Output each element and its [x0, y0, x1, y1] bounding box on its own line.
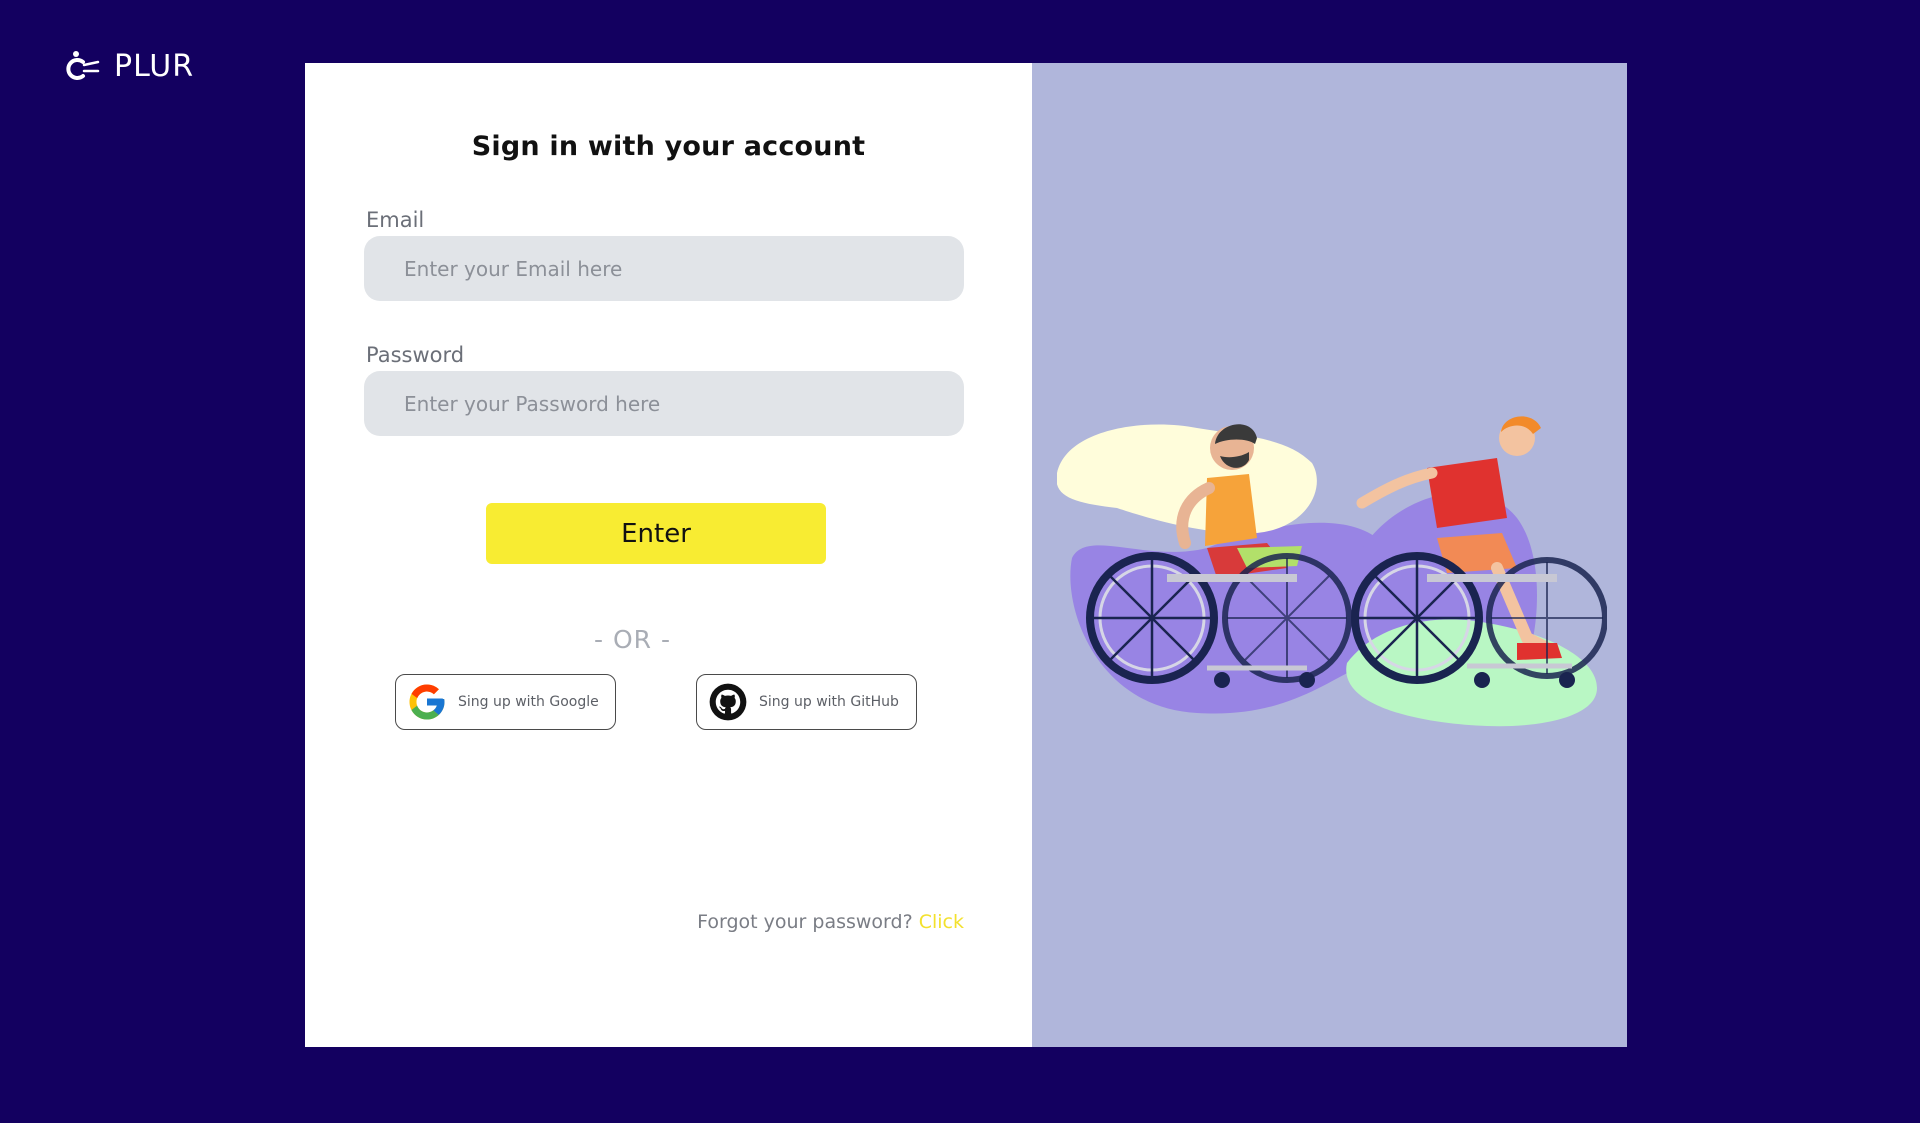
wheelchair-racers-illustration [1057, 416, 1607, 727]
forgot-password-link[interactable]: Click [919, 911, 964, 933]
github-signup-button[interactable]: Sing up with GitHub [696, 674, 917, 730]
github-signup-label: Sing up with GitHub [759, 694, 899, 710]
google-signup-label: Sing up with Google [458, 694, 599, 710]
sign-in-card: Sign in with your account Email Password… [305, 63, 1627, 1047]
sign-in-page: PLUR Sign in with your account Email Pas… [0, 0, 1920, 1123]
google-icon [409, 684, 445, 720]
password-label: Password [366, 343, 465, 367]
plur-logo-icon [66, 51, 100, 80]
email-field[interactable] [364, 236, 964, 301]
form-title: Sign in with your account [471, 131, 866, 162]
google-signup-button[interactable]: Sing up with Google [395, 674, 616, 730]
enter-button[interactable]: Enter [486, 503, 826, 564]
brand-logo[interactable]: PLUR [66, 48, 194, 84]
email-label: Email [366, 208, 425, 232]
or-divider: - OR - [594, 625, 671, 654]
forgot-password-text: Forgot your password? [697, 911, 913, 933]
forgot-password: Forgot your password? Click [697, 911, 964, 933]
form-panel: Sign in with your account Email Password… [305, 63, 1032, 1047]
brand-name: PLUR [114, 48, 195, 84]
password-field[interactable] [364, 371, 964, 436]
illustration-panel [1032, 63, 1627, 1047]
github-icon [709, 683, 747, 721]
